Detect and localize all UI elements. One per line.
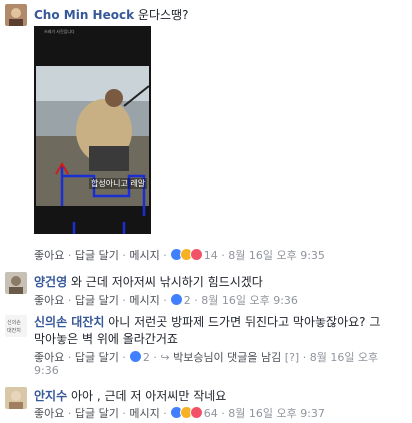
timestamp[interactable]: 8월 16일 오후 9:37 [228,407,325,420]
like-button[interactable]: 좋아요 [34,249,64,262]
comment-3-time-cont: 9:36 [34,364,59,377]
reaction-count[interactable]: 2 [143,351,150,364]
avatar[interactable] [5,272,27,294]
comment-body: 아아 , 근데 저 아저씨만 작네요 [70,389,227,403]
avatar[interactable] [5,4,27,26]
svg-text:대잔치: 대잔치 [7,327,21,334]
comment-author[interactable]: 양건영 [34,275,67,289]
message-button[interactable]: 메시지 [129,249,159,262]
reply-button[interactable]: 답글 달기 [75,249,119,262]
comment-2-actions: 좋아요 · 답글 달기 · 메시지 · 2 · 8월 16일 오후 9:36 [34,293,298,307]
timestamp-cont[interactable]: 9:36 [34,364,59,377]
reply-arrow-icon: ↪ [160,351,170,364]
comment-author[interactable]: 신의손 대잔치 [34,315,104,329]
photo-caption: 합성아니고 레알 [89,178,148,189]
timestamp[interactable]: 8월 16일 오후 [310,351,378,364]
comment-body-cont: 막아놓은 벽 위에 올라간거죠 [34,332,178,346]
avatar[interactable] [5,387,27,409]
timestamp[interactable]: 8월 16일 오후 9:35 [228,249,325,262]
reply-button[interactable]: 답글 달기 [75,351,119,364]
comment-3-text-1: 신의손 대잔치 아니 저런곳 방파제 드가면 뒤진다고 막아놓잖아요? 그 [34,313,380,330]
comment-3-text-2: 막아놓은 벽 위에 올라간거죠 [34,330,178,347]
reaction-count[interactable]: 14 [204,249,218,262]
comment-4-text: 안지수 아아 , 근데 저 아저씨만 작네요 [34,387,226,404]
reply-button[interactable]: 답글 달기 [75,407,119,420]
report-flag[interactable]: [?] [285,351,299,364]
like-button[interactable]: 좋아요 [34,407,64,420]
replies-link[interactable]: 박보승님이 댓글을 남김 [173,351,281,364]
comment-1-text: Cho Min Heock 운다스땡? [34,6,188,23]
like-reaction-icon[interactable] [129,350,143,363]
photo-header: 쓰레기 사진입니다 [44,29,75,34]
reaction-count[interactable]: 64 [204,407,218,420]
comment-author[interactable]: 안지수 [34,389,67,403]
timestamp[interactable]: 8월 16일 오후 9:36 [201,294,298,307]
avatar[interactable]: 신의손 대잔치 [5,315,27,337]
reaction-icons[interactable] [170,406,204,420]
reply-button[interactable]: 답글 달기 [75,294,119,307]
comment-1-actions: 좋아요 · 답글 달기 · 메시지 · 14 · 8월 16일 오후 9:35 [34,248,325,262]
reaction-icons[interactable] [170,248,204,262]
message-button[interactable]: 메시지 [129,407,159,420]
like-button[interactable]: 좋아요 [34,294,64,307]
comment-4-actions: 좋아요 · 답글 달기 · 메시지 · 64 · 8월 16일 오후 9:37 [34,406,325,420]
comment-author[interactable]: Cho Min Heock [34,8,134,22]
comment-body: 아니 저런곳 방파제 드가면 뒤진다고 막아놓잖아요? 그 [108,315,381,329]
like-button[interactable]: 좋아요 [34,351,64,364]
reaction-count[interactable]: 2 [184,294,191,307]
love-reaction-icon [190,248,204,261]
love-reaction-icon [190,406,204,419]
comment-photo[interactable]: 쓰레기 사진입니다 합성아니고 레알 [34,26,151,234]
comment-3-actions: 좋아요 · 답글 달기 · 2 · ↪ 박보승님이 댓글을 남김 [?] · 8… [34,350,379,364]
svg-text:신의손: 신의손 [7,319,21,326]
comment-body: 운다스땡? [137,8,189,22]
message-button[interactable]: 메시지 [129,294,159,307]
comment-2-text: 양건영 와 근데 저아저씨 낚시하기 힘드시겠다 [34,273,263,290]
comment-body: 와 근데 저아저씨 낚시하기 힘드시겠다 [70,275,263,289]
like-reaction-icon[interactable] [170,293,184,306]
